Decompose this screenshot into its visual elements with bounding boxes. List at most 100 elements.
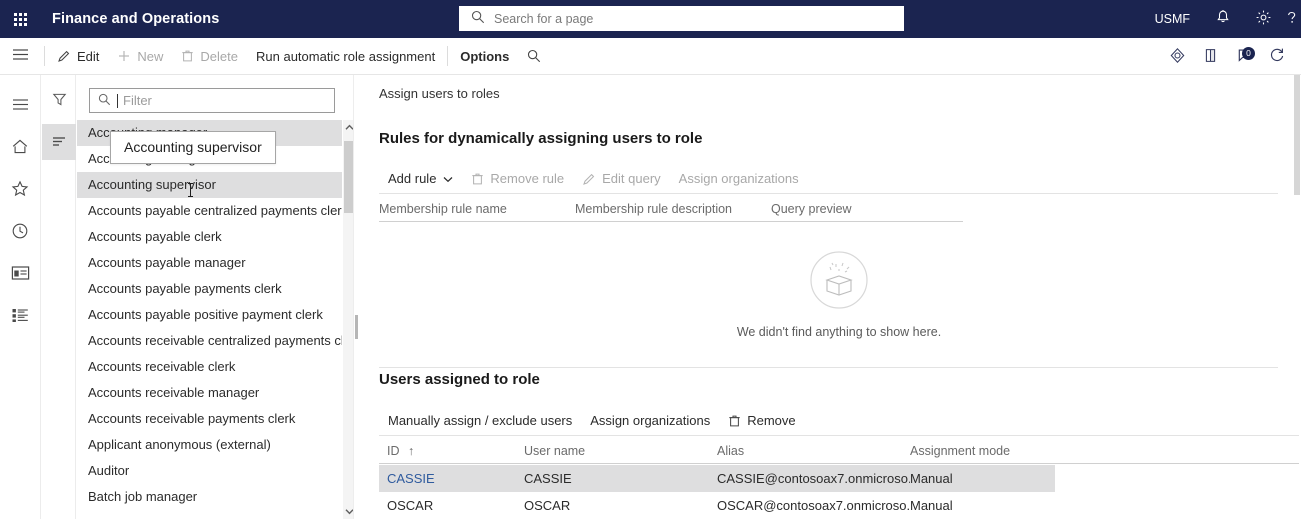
rules-grid: Membership rule name Membership rule des… bbox=[379, 194, 1278, 368]
list-item[interactable]: Accounting supervisor bbox=[77, 172, 342, 198]
cell-assignment-mode: Manual bbox=[910, 471, 953, 486]
column-header-membership-rule-name[interactable]: Membership rule name bbox=[379, 202, 575, 221]
pencil-icon bbox=[582, 172, 596, 186]
notifications-button[interactable] bbox=[1203, 0, 1243, 38]
personalize-icon bbox=[1169, 47, 1186, 67]
cell-id[interactable]: OSCAR bbox=[379, 498, 524, 513]
list-item[interactable]: Accounts payable payments clerk bbox=[77, 276, 342, 302]
assign-organizations-rules-label: Assign organizations bbox=[678, 171, 799, 186]
command-bar-divider-2 bbox=[447, 46, 449, 66]
left-navigation-rail bbox=[0, 75, 41, 519]
column-header-user-name[interactable]: User name bbox=[524, 444, 717, 463]
search-icon bbox=[471, 10, 485, 27]
add-rule-button[interactable]: Add rule bbox=[379, 164, 462, 194]
help-icon bbox=[1283, 9, 1300, 29]
delete-button[interactable]: Delete bbox=[172, 38, 247, 75]
attachments-button[interactable] bbox=[1194, 38, 1227, 75]
help-button[interactable] bbox=[1283, 0, 1301, 38]
new-button-label: New bbox=[137, 48, 164, 64]
cell-alias: OSCAR@contosoax7.onmicroso... bbox=[717, 498, 910, 513]
column-header-id[interactable]: ID ↑ bbox=[379, 444, 524, 463]
sidebar-item-modules[interactable] bbox=[0, 295, 41, 337]
list-item[interactable]: Applicant anonymous (external) bbox=[77, 432, 342, 458]
trash-icon bbox=[471, 172, 484, 186]
remove-user-button[interactable]: Remove bbox=[719, 406, 804, 436]
column-header-query-preview[interactable]: Query preview bbox=[771, 202, 961, 221]
search-input[interactable] bbox=[492, 7, 872, 30]
list-pane-toggle[interactable] bbox=[42, 124, 76, 160]
settings-button[interactable] bbox=[1243, 0, 1283, 38]
chevron-down-icon bbox=[443, 171, 453, 186]
cell-id[interactable]: CASSIE bbox=[379, 471, 524, 486]
empty-box-icon bbox=[809, 250, 869, 313]
manually-assign-exclude-users-button[interactable]: Manually assign / exclude users bbox=[379, 406, 581, 436]
edit-button[interactable]: Edit bbox=[48, 38, 108, 75]
company-selector[interactable]: USMF bbox=[1142, 12, 1203, 26]
users-grid: ID ↑ User name Alias Assignment mode CAS… bbox=[379, 436, 1299, 519]
new-button[interactable]: New bbox=[108, 38, 172, 75]
app-launcher-button[interactable] bbox=[0, 0, 40, 38]
cell-assignment-mode: Manual bbox=[910, 498, 953, 513]
run-automatic-role-assignment-button[interactable]: Run automatic role assignment bbox=[247, 38, 444, 75]
list-item[interactable]: Accounts receivable payments clerk bbox=[77, 406, 342, 432]
sidebar-item-favorites[interactable] bbox=[0, 169, 41, 211]
table-row[interactable]: CASSIE CASSIE CASSIE@contosoax7.onmicros… bbox=[379, 465, 1055, 492]
main-scrollbar-thumb[interactable] bbox=[1294, 75, 1300, 195]
command-search-button[interactable] bbox=[518, 38, 550, 75]
command-bar-right-actions: 0 bbox=[1161, 38, 1293, 75]
remove-rule-label: Remove rule bbox=[490, 171, 565, 186]
page-title: Assign users to roles bbox=[379, 86, 500, 101]
navigation-toggle-button[interactable] bbox=[0, 38, 41, 75]
remove-user-label: Remove bbox=[747, 413, 796, 428]
column-header-assignment-mode[interactable]: Assignment mode bbox=[910, 444, 1110, 463]
filter-field[interactable] bbox=[89, 88, 335, 113]
messages-badge: 0 bbox=[1242, 47, 1255, 60]
main-scrollbar[interactable] bbox=[1293, 75, 1301, 519]
list-item[interactable]: Accounts payable centralized payments cl… bbox=[77, 198, 342, 224]
home-icon bbox=[11, 138, 29, 158]
users-toolbar: Manually assign / exclude users Assign o… bbox=[379, 406, 1299, 436]
role-list[interactable]: Accounting manager Accounting manager Ac… bbox=[77, 120, 342, 519]
global-search[interactable] bbox=[459, 6, 904, 31]
assign-organizations-users-button[interactable]: Assign organizations bbox=[581, 406, 719, 436]
column-header-membership-rule-description[interactable]: Membership rule description bbox=[575, 202, 771, 221]
rules-empty-state: We didn't find anything to show here. bbox=[379, 222, 1299, 367]
remove-rule-button[interactable]: Remove rule bbox=[462, 164, 573, 194]
text-caret bbox=[117, 93, 118, 108]
list-item[interactable]: Accounts payable clerk bbox=[77, 224, 342, 250]
refresh-button[interactable] bbox=[1260, 38, 1293, 75]
sidebar-item-recent[interactable] bbox=[0, 211, 41, 253]
options-button[interactable]: Options bbox=[451, 38, 518, 75]
users-section: Users assigned to role Manually assign /… bbox=[379, 371, 1299, 519]
gear-icon bbox=[1255, 9, 1272, 29]
role-tooltip: Accounting supervisor bbox=[110, 131, 276, 164]
assign-organizations-rules-button[interactable]: Assign organizations bbox=[670, 164, 808, 194]
star-icon bbox=[11, 180, 29, 200]
delete-button-label: Delete bbox=[200, 48, 238, 64]
sidebar-item-home[interactable] bbox=[0, 127, 41, 169]
list-item[interactable]: Accounts receivable manager bbox=[77, 380, 342, 406]
list-item[interactable]: Accounts receivable centralized payments… bbox=[77, 328, 342, 354]
manually-assign-exclude-users-label: Manually assign / exclude users bbox=[388, 413, 573, 428]
pencil-icon bbox=[57, 49, 71, 63]
table-row[interactable]: OSCAR OSCAR OSCAR@contosoax7.onmicroso..… bbox=[379, 492, 1055, 519]
list-item[interactable]: Auditor bbox=[77, 458, 342, 484]
rules-section: Rules for dynamically assigning users to… bbox=[379, 130, 1279, 368]
personalize-button[interactable] bbox=[1161, 38, 1194, 75]
filter-input[interactable] bbox=[121, 90, 311, 111]
list-item[interactable]: Accounts payable positive payment clerk bbox=[77, 302, 342, 328]
rules-section-title: Rules for dynamically assigning users to… bbox=[379, 130, 703, 147]
sidebar-item-expand[interactable] bbox=[0, 85, 41, 127]
list-item[interactable]: Accounts payable manager bbox=[77, 250, 342, 276]
cell-user-name: OSCAR bbox=[524, 498, 571, 513]
list-item[interactable]: Accounts receivable clerk bbox=[77, 354, 342, 380]
messages-button[interactable]: 0 bbox=[1227, 38, 1260, 75]
edit-query-button[interactable]: Edit query bbox=[573, 164, 670, 194]
top-navigation-bar: Finance and Operations USMF bbox=[0, 0, 1301, 38]
bell-icon bbox=[1215, 9, 1231, 29]
rules-grid-header: Membership rule name Membership rule des… bbox=[379, 194, 963, 222]
sidebar-item-workspaces[interactable] bbox=[0, 253, 41, 295]
filter-pane-toggle[interactable] bbox=[42, 83, 76, 119]
list-item[interactable]: Batch job manager bbox=[77, 484, 342, 510]
column-header-alias[interactable]: Alias bbox=[717, 444, 910, 463]
